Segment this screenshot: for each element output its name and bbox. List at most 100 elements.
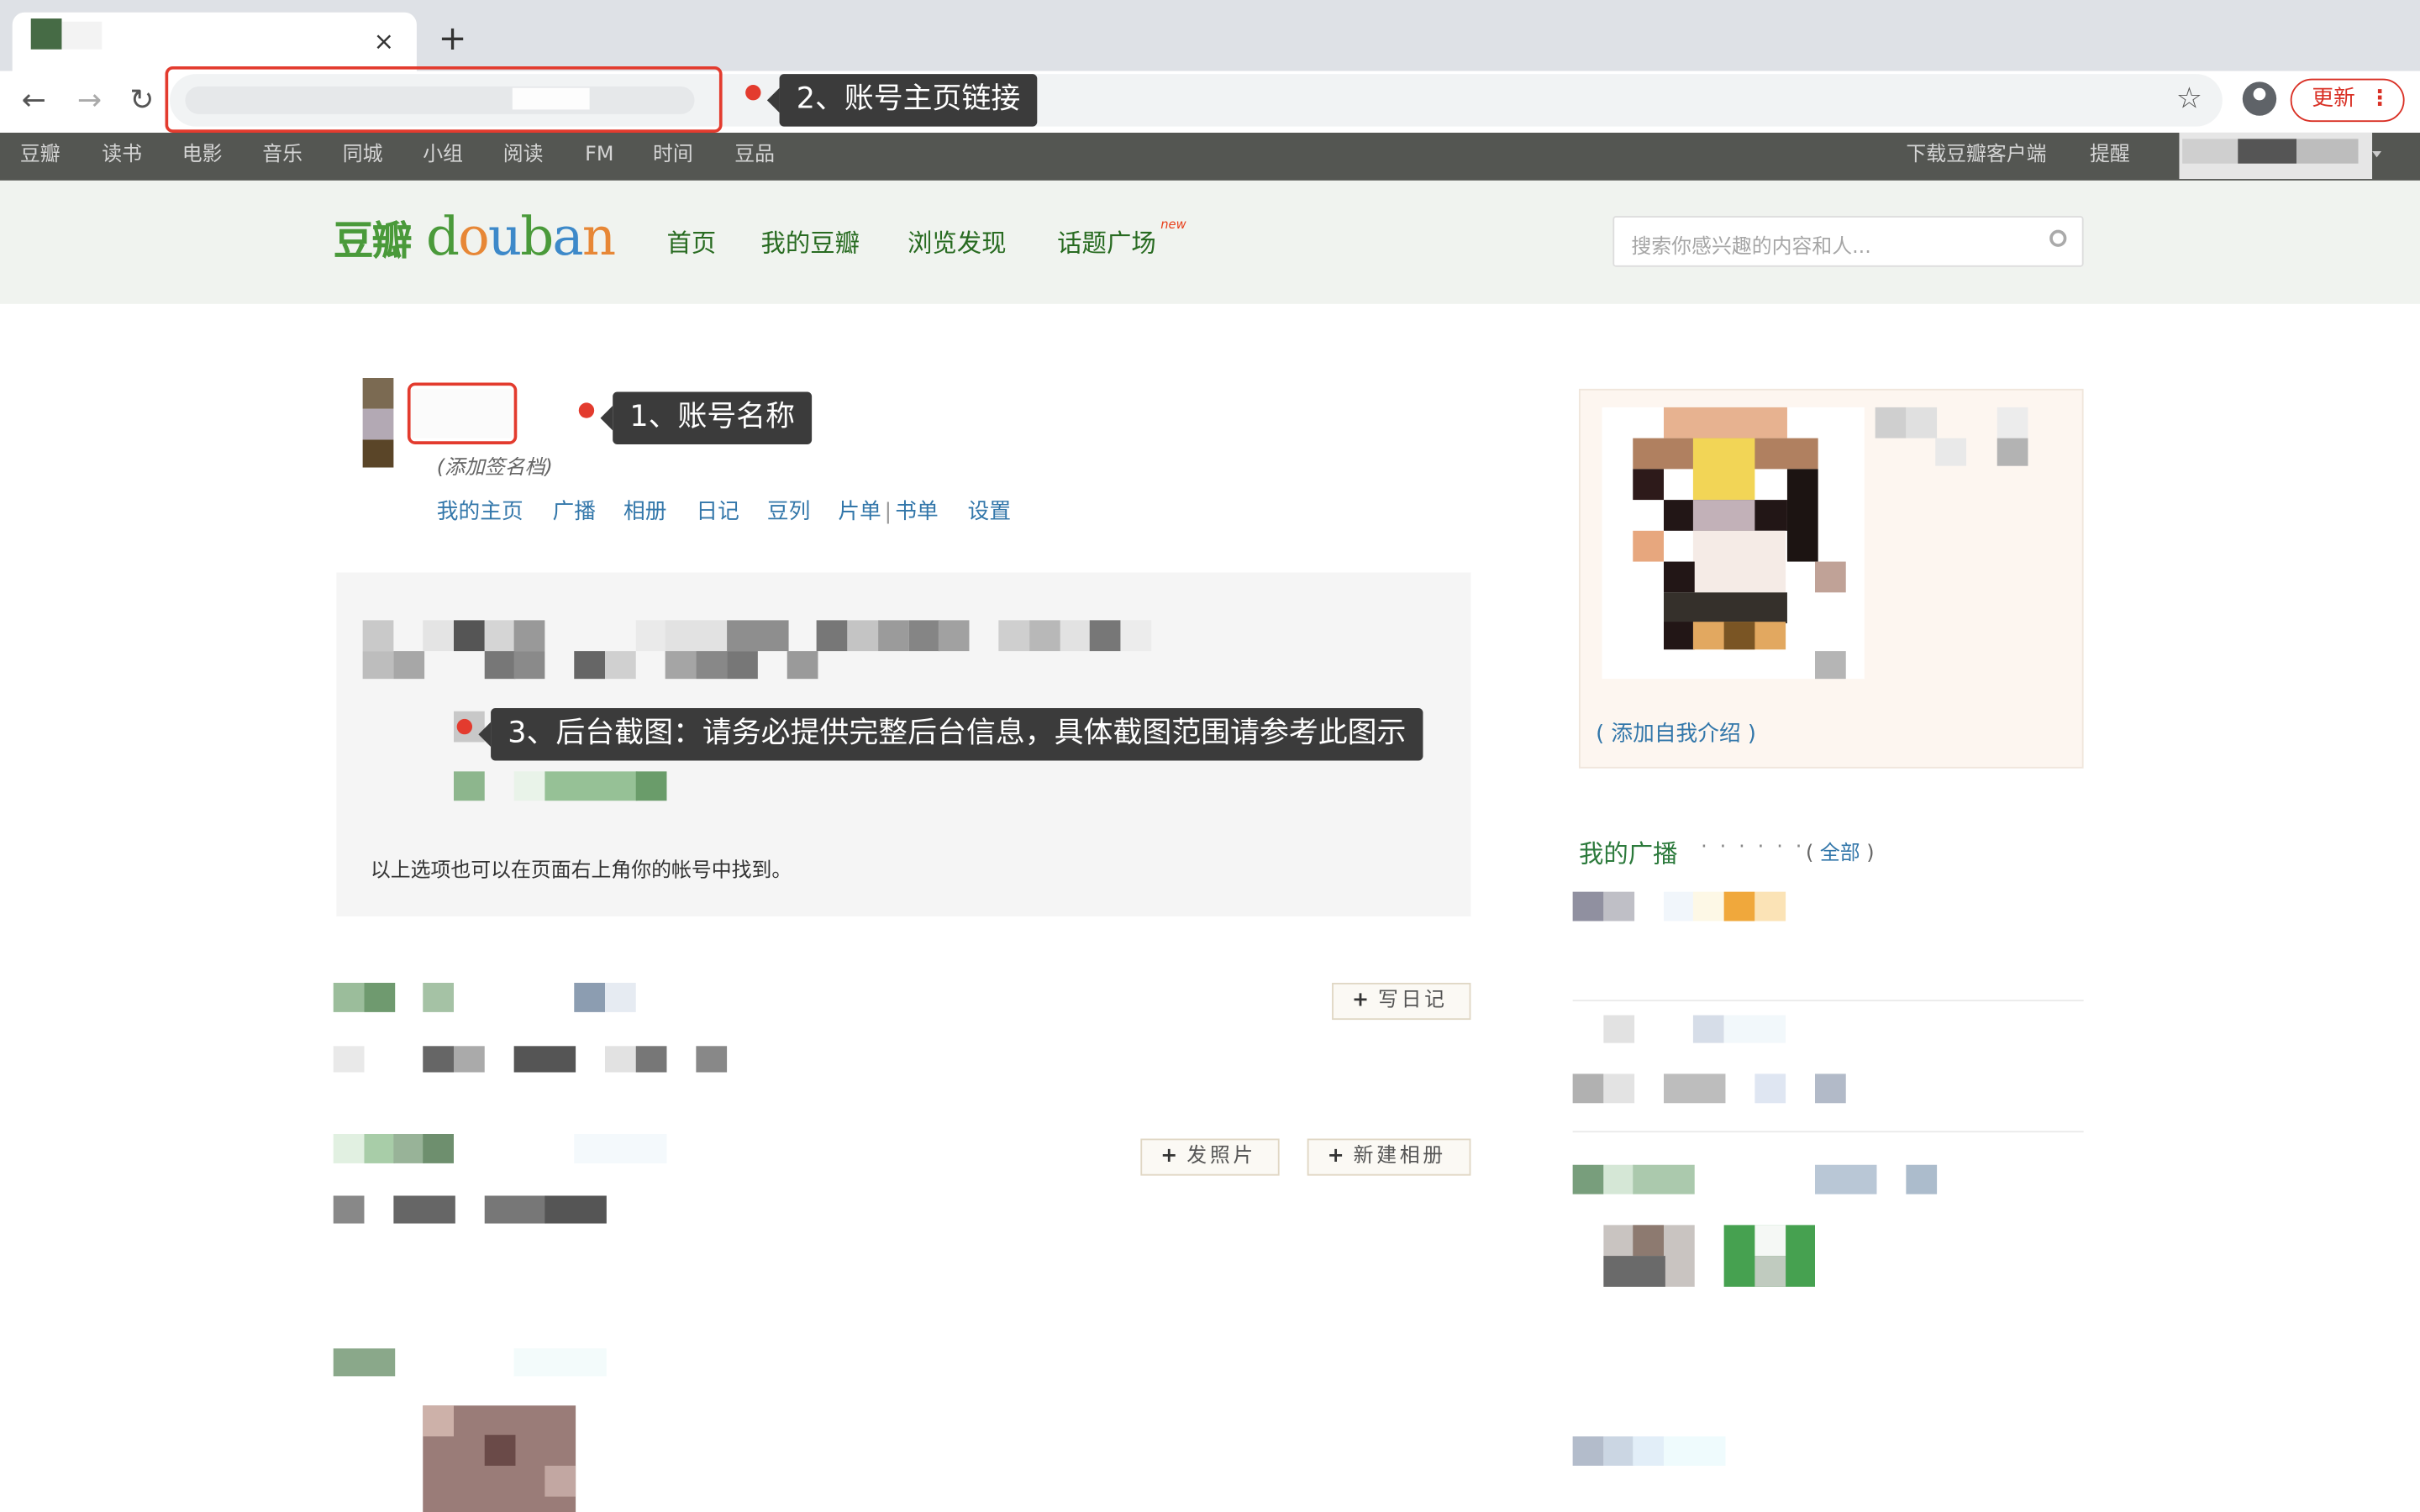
broadcast-blurred	[1572, 1436, 1604, 1466]
divider	[1572, 1131, 2084, 1133]
blurred-text	[605, 651, 636, 680]
profile-tab-booklist[interactable]: 书单	[895, 498, 938, 526]
user-menu-pixel	[2238, 139, 2297, 164]
broadcast-blurred	[1633, 1164, 1695, 1194]
profile-tab-doulist[interactable]: 豆列	[767, 498, 810, 526]
photo-pixel	[1754, 1225, 1786, 1257]
blurred-text	[635, 620, 667, 652]
forward-arrow-icon[interactable]: →	[77, 83, 102, 117]
user-menu-caret-icon	[2372, 151, 2382, 158]
photo-pixel	[1815, 651, 1846, 680]
broadcast-blurred	[1754, 1074, 1786, 1104]
gnav-read[interactable]: 阅读	[503, 144, 544, 168]
search-icon[interactable]	[2049, 229, 2067, 247]
blurred-text	[816, 620, 848, 652]
header-nav-topics[interactable]: 话题广场	[1057, 228, 1156, 260]
avatar[interactable]	[362, 378, 394, 409]
blurred-text	[878, 620, 909, 652]
section-title-blurred	[364, 1134, 396, 1163]
blurred-text	[1906, 407, 1938, 438]
profile-tab-broadcast[interactable]: 广播	[553, 498, 596, 526]
account-avatar-icon[interactable]	[2242, 81, 2277, 116]
browser-update-button[interactable]: 更新 ⋮	[2290, 78, 2405, 123]
section-title-blurred	[333, 1348, 396, 1377]
photo-pixel	[1754, 1256, 1786, 1287]
profile-tab-movielist[interactable]: 片单	[838, 498, 881, 526]
gnav-douban[interactable]: 豆瓣	[20, 144, 60, 168]
blurred-text	[727, 651, 758, 680]
blurred-text	[847, 620, 879, 652]
add-intro-link[interactable]: ( 添加自我介绍 )	[1596, 717, 1756, 748]
header-nav-mine[interactable]: 我的豆瓣	[761, 228, 860, 260]
new-badge: new	[1160, 217, 1186, 232]
signature-link[interactable]: (添加签名档)	[437, 450, 553, 480]
menu-dots-icon[interactable]: ⋮	[2369, 81, 2391, 119]
profile-tab-album[interactable]: 相册	[623, 498, 666, 526]
photo-pixel	[1664, 592, 1787, 624]
section-title-blurred	[364, 983, 396, 1012]
douban-logo-cn[interactable]: 豆瓣	[334, 210, 413, 267]
broadcast-blurred	[1664, 1436, 1726, 1466]
blurred-text	[513, 620, 545, 652]
broadcast-dots: · · · · · ·	[1701, 836, 1806, 860]
profile-tab-home[interactable]: 我的主页	[437, 498, 523, 526]
new-tab-icon[interactable]: +	[439, 20, 467, 60]
tab-close-icon[interactable]: ×	[373, 24, 394, 58]
page-root: × + ← → ↻ ☆ 更新 ⋮ 豆瓣 读书 电影 音乐 同城 小组 阅读 FM…	[0, 0, 2420, 1512]
bookmark-star-icon[interactable]: ☆	[2176, 81, 2202, 115]
gnav-time[interactable]: 时间	[653, 144, 693, 168]
write-diary-label: 写日记	[1378, 989, 1448, 1012]
gnav-location[interactable]: 同城	[343, 144, 383, 168]
search-placeholder: 搜索你感兴趣的内容和人...	[1631, 236, 1871, 260]
douban-logo-en[interactable]: douban	[426, 207, 616, 268]
photo-pixel	[1692, 530, 1786, 593]
post-photo-button[interactable]: + 发照片	[1140, 1138, 1280, 1176]
blurred-text	[998, 620, 1030, 652]
browser-tab[interactable]: ×	[12, 12, 417, 71]
gnav-group[interactable]: 小组	[423, 144, 463, 168]
douban-global-nav: 豆瓣 读书 电影 音乐 同城 小组 阅读 FM 时间 豆品 下载豆瓣客户端 提醒	[0, 132, 2420, 181]
blurred-text	[484, 620, 516, 652]
profile-tab-diary[interactable]: 日记	[696, 498, 739, 526]
photo-pixel	[1723, 622, 1755, 650]
header-nav-explore[interactable]: 浏览发现	[908, 228, 1007, 260]
blurred-text	[1935, 438, 1967, 466]
gnav-fm[interactable]: FM	[585, 144, 613, 168]
broadcast-blurred	[1603, 1164, 1635, 1194]
profile-tab-settings[interactable]: 设置	[968, 498, 1011, 526]
broadcast-all-link[interactable]: 全部	[1820, 843, 1860, 866]
header-nav-home[interactable]: 首页	[666, 228, 716, 260]
blurred-text	[423, 620, 455, 652]
photo-pixel	[1786, 469, 1818, 562]
blurred-text	[333, 1195, 365, 1224]
blurred-text	[393, 1195, 455, 1224]
annotation-url-box	[165, 66, 723, 133]
broadcast-blurred	[1723, 891, 1755, 921]
blurred-text	[938, 620, 970, 652]
broadcast-blurred	[1603, 1015, 1635, 1043]
photo-pixel	[1633, 1225, 1665, 1257]
new-album-button[interactable]: + 新建相册	[1307, 1138, 1471, 1176]
plus-icon: +	[1351, 989, 1372, 1012]
annotation-backend-tooltip: 3、后台截图：请务必提供完整后台信息，具体截图范围请参考此图示	[478, 708, 1423, 761]
gnav-book[interactable]: 读书	[102, 144, 142, 168]
new-album-label: 新建相册	[1353, 1144, 1446, 1168]
search-input[interactable]: 搜索你感兴趣的内容和人...	[1612, 216, 2084, 267]
gnav-music[interactable]: 音乐	[262, 144, 302, 168]
photo-pixel	[1815, 561, 1846, 593]
blurred-text	[665, 620, 728, 652]
blurred-text	[635, 1046, 667, 1073]
gnav-market[interactable]: 豆品	[734, 144, 775, 168]
blurred-text	[1996, 438, 2028, 466]
gnav-remind[interactable]: 提醒	[2090, 144, 2130, 168]
blurred-text	[513, 1046, 576, 1073]
reload-icon[interactable]: ↻	[129, 83, 154, 117]
back-arrow-icon[interactable]: ←	[22, 83, 46, 117]
write-diary-button[interactable]: + 写日记	[1332, 983, 1471, 1021]
avatar-pixel	[362, 408, 394, 440]
gnav-movie[interactable]: 电影	[182, 144, 223, 168]
section-title-blurred	[423, 1134, 455, 1163]
blurred-text	[727, 620, 789, 652]
gnav-download-app[interactable]: 下载豆瓣客户端	[1906, 144, 2046, 168]
blurred-text	[484, 651, 516, 680]
